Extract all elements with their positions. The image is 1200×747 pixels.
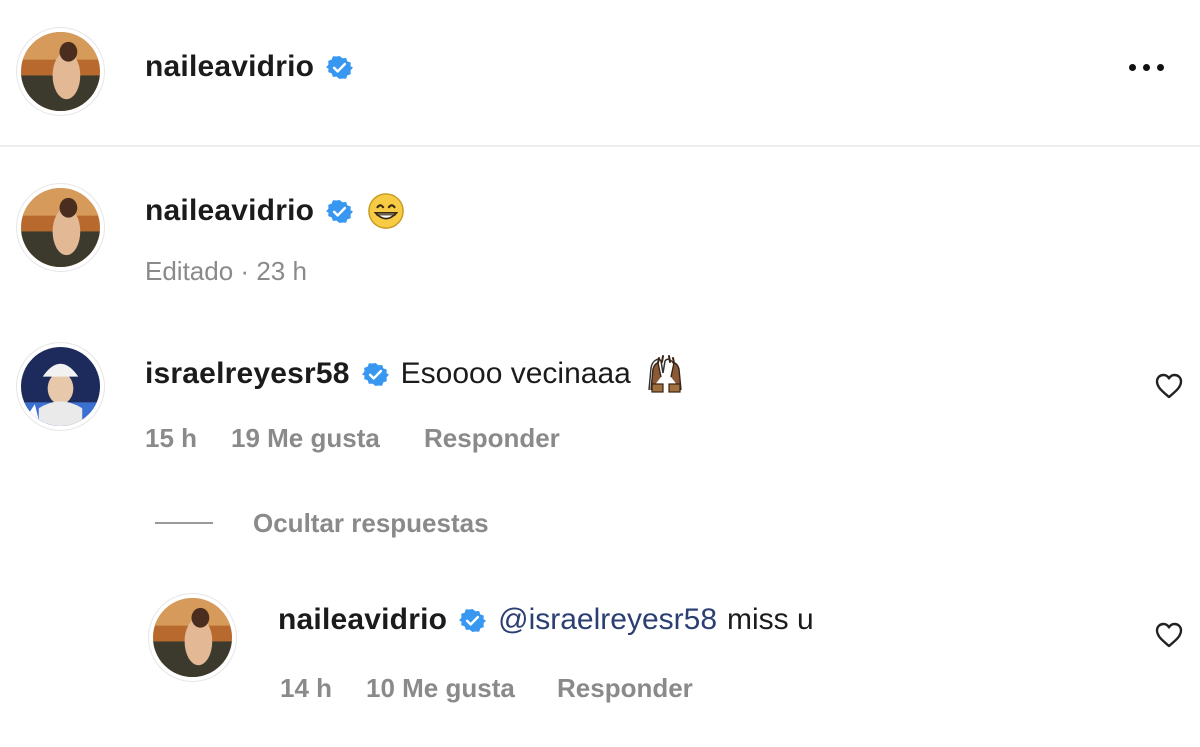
grinning-face-emoji-icon (367, 192, 405, 230)
comment-text: Esoooo vecinaaa (400, 357, 631, 390)
comment-reply-button[interactable]: Responder (424, 423, 560, 453)
caption-separator: · (240, 256, 250, 286)
raising-hands-emoji-icon (645, 354, 687, 394)
comment-username[interactable]: israelreyesr58 (145, 357, 350, 391)
reply-author-avatar[interactable] (153, 598, 232, 677)
post-author-username[interactable]: naileavidrio (145, 50, 314, 84)
header-divider (0, 145, 1200, 147)
commenter-avatar[interactable] (21, 347, 100, 426)
verified-badge-icon (326, 198, 354, 225)
heart-outline-icon[interactable] (1154, 371, 1184, 401)
comment-timestamp[interactable]: 15 h (145, 423, 197, 453)
reply-timestamp[interactable]: 14 h (280, 673, 332, 703)
caption-timestamp[interactable]: 23 h (256, 256, 307, 286)
caption-username[interactable]: naileavidrio (145, 194, 314, 228)
reply-mention-link[interactable]: @israelreyesr58 (498, 603, 717, 637)
hide-replies-button[interactable]: Ocultar respuestas (253, 508, 489, 538)
post-author-avatar[interactable] (21, 32, 100, 111)
verified-badge-icon (326, 54, 354, 81)
verified-badge-icon (361, 361, 389, 388)
reply-like-count[interactable]: 10 Me gusta (366, 673, 515, 703)
heart-outline-icon[interactable] (1154, 620, 1184, 650)
more-options-icon[interactable] (1129, 64, 1164, 71)
caption-author-avatar[interactable] (21, 188, 100, 267)
replies-toggle-line (155, 522, 213, 524)
caption-edited-label: Editado (145, 256, 234, 286)
reply-username[interactable]: naileavidrio (278, 603, 447, 637)
verified-badge-icon (459, 607, 487, 634)
reply-text: miss u (727, 603, 814, 636)
comment-like-count[interactable]: 19 Me gusta (231, 423, 380, 453)
reply-reply-button[interactable]: Responder (557, 673, 693, 703)
